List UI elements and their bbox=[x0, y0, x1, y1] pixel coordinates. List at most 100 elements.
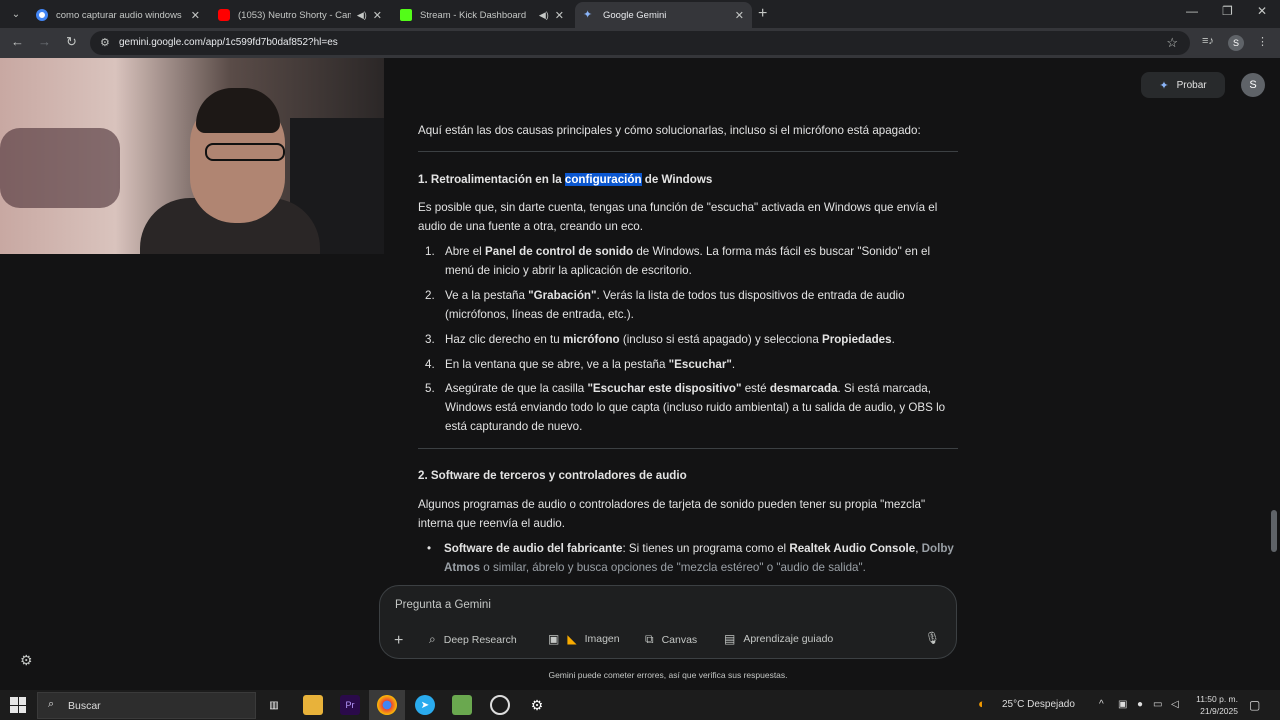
canvas-button[interactable]: ⧉ Canvas bbox=[645, 632, 697, 647]
step-text: Asegúrate de que la casilla bbox=[445, 382, 588, 395]
list-number: 1. bbox=[425, 245, 435, 258]
browser-tab-1[interactable]: como capturar audio windows ✕ bbox=[28, 2, 208, 28]
search-label: Buscar bbox=[68, 700, 101, 712]
browser-tab-3[interactable]: Stream - Kick Dashboard ◀) ✕ bbox=[392, 2, 572, 28]
chrome-icon[interactable] bbox=[377, 695, 397, 715]
address-bar[interactable]: ⚙ gemini.google.com/app/1c599fd7b0daf852… bbox=[90, 31, 1190, 55]
heading-text: 1. Retroalimentación en la bbox=[418, 173, 565, 186]
file-explorer-icon[interactable] bbox=[303, 695, 323, 715]
deep-research-button[interactable]: ⌕ Deep Research bbox=[429, 632, 517, 647]
obs-icon[interactable] bbox=[490, 695, 510, 715]
probar-label: Probar bbox=[1176, 79, 1207, 91]
heading-text: de Windows bbox=[641, 173, 713, 186]
divider bbox=[418, 151, 958, 152]
chrome-profile-avatar[interactable]: S bbox=[1228, 35, 1244, 51]
page-scrollbar[interactable] bbox=[1271, 510, 1277, 552]
windows-start-icon[interactable] bbox=[10, 697, 26, 713]
gemini-page: ✦ Probar S Aquí están las dos causas pri… bbox=[0, 58, 1280, 690]
forward-icon[interactable]: → bbox=[38, 34, 51, 49]
banana-icon: ◣ bbox=[567, 632, 577, 646]
weather-text[interactable]: 25°C Despejado bbox=[1002, 699, 1075, 710]
add-attachment-icon[interactable]: + bbox=[394, 632, 403, 650]
tab-search-icon[interactable]: ⌄ bbox=[6, 4, 26, 24]
reload-icon[interactable]: ↻ bbox=[66, 34, 77, 50]
tool-label: Aprendizaje guiado bbox=[743, 633, 834, 645]
microphone-icon[interactable]: 🎙 bbox=[925, 631, 940, 645]
network-icon[interactable]: ▭ bbox=[1153, 699, 1162, 710]
site-info-icon[interactable]: ⚙ bbox=[100, 36, 110, 49]
tool-label: Canvas bbox=[661, 633, 698, 646]
step-text: Abre el bbox=[445, 245, 485, 258]
step-text: esté bbox=[741, 382, 770, 395]
app-icon[interactable] bbox=[452, 695, 472, 715]
close-tab-icon[interactable]: ✕ bbox=[191, 9, 200, 22]
close-tab-icon[interactable]: ✕ bbox=[555, 9, 564, 22]
close-window-icon[interactable]: ✕ bbox=[1257, 4, 1267, 18]
tab-title: Google Gemini bbox=[603, 9, 667, 21]
telegram-icon[interactable]: ➤ bbox=[415, 695, 435, 715]
section2-intro: Algunos programas de audio o controlador… bbox=[418, 498, 926, 530]
step-text: Haz clic derecho en tu bbox=[445, 333, 563, 346]
system-clock[interactable]: 11:50 p. m. 21/9/2025 bbox=[1192, 693, 1238, 717]
restore-icon[interactable]: ❐ bbox=[1222, 4, 1233, 18]
taskbar-search[interactable]: ⌕ Buscar bbox=[37, 692, 256, 719]
bullet-text: : Si tienes un programa como el bbox=[622, 542, 790, 555]
tab-title: como capturar audio windows bbox=[56, 9, 182, 21]
step-bold: micrófono bbox=[562, 333, 620, 346]
webcam-background bbox=[0, 128, 120, 208]
clock-time: 11:50 p. m. bbox=[1196, 694, 1238, 704]
menu-kebab-icon[interactable]: ⋮ bbox=[1257, 35, 1268, 48]
response-intro: Aquí están las dos causas principales y … bbox=[418, 124, 921, 137]
kick-favicon-icon bbox=[400, 9, 412, 21]
canvas-icon: ⧉ bbox=[645, 632, 654, 646]
step-text: Ve a la pestaña bbox=[445, 289, 529, 302]
tab-title: Stream - Kick Dashboard bbox=[420, 9, 527, 21]
section2-heading: 2. Software de terceros y controladores … bbox=[418, 469, 687, 482]
new-tab-icon[interactable]: + bbox=[758, 5, 767, 23]
step-text: . bbox=[731, 358, 736, 371]
audio-playing-icon[interactable]: ◀) bbox=[357, 10, 367, 21]
task-view-icon[interactable]: ▥ bbox=[264, 695, 284, 715]
step-text: En la ventana que se abre, ve a la pesta… bbox=[445, 358, 669, 371]
step-text: . bbox=[891, 333, 895, 346]
tray-app-icon[interactable]: ▣ bbox=[1118, 699, 1127, 710]
settings-gear-icon[interactable]: ⚙ bbox=[20, 652, 33, 669]
guided-learning-button[interactable]: ▤ Aprendizaje guiado bbox=[724, 632, 833, 646]
media-control-icon[interactable]: ≡♪ bbox=[1202, 35, 1214, 47]
notifications-icon[interactable]: ▢ bbox=[1249, 698, 1260, 712]
probar-button[interactable]: ✦ Probar bbox=[1141, 72, 1225, 98]
close-tab-icon[interactable]: ✕ bbox=[373, 9, 382, 22]
clock-date: 21/9/2025 bbox=[1200, 706, 1238, 716]
imagen-button[interactable]: ▣ ◣ Imagen bbox=[548, 632, 620, 646]
tray-mic-icon[interactable]: ● bbox=[1137, 699, 1143, 710]
settings-icon[interactable]: ⚙ bbox=[527, 695, 547, 715]
divider bbox=[418, 448, 958, 449]
bookmark-star-icon[interactable]: ☆ bbox=[1166, 35, 1178, 51]
step-bold: "Escuchar" bbox=[668, 358, 732, 371]
weather-icon: ◐ bbox=[978, 696, 986, 711]
list-number: 5. bbox=[425, 382, 435, 395]
prompt-box[interactable]: Pregunta a Gemini + ⌕ Deep Research ▣ ◣ … bbox=[379, 585, 957, 659]
deep-research-icon: ⌕ bbox=[429, 632, 436, 646]
search-icon: ⌕ bbox=[48, 698, 55, 710]
step-bold: desmarcada bbox=[769, 382, 838, 395]
windows-taskbar: ⌕ Buscar ▥ Pr ➤ ⚙ ◐ 25°C Despejado ^ ▣ ●… bbox=[0, 690, 1280, 720]
audio-playing-icon[interactable]: ◀) bbox=[539, 10, 549, 21]
close-tab-icon[interactable]: ✕ bbox=[735, 9, 744, 22]
browser-tab-active[interactable]: ✦ Google Gemini ✕ bbox=[575, 2, 752, 28]
browser-tab-2[interactable]: (1053) Neutro Shorty - Cam ◀) ✕ bbox=[210, 2, 390, 28]
tray-chevron-icon[interactable]: ^ bbox=[1099, 699, 1104, 710]
prompt-input[interactable]: Pregunta a Gemini bbox=[395, 599, 491, 611]
highlighted-selection: configuración bbox=[564, 173, 642, 186]
minimize-icon[interactable]: — bbox=[1186, 4, 1198, 18]
gemini-favicon-icon: ✦ bbox=[583, 9, 593, 21]
book-icon: ▤ bbox=[724, 632, 736, 646]
section1-heading: 1. Retroalimentación en la configuración… bbox=[418, 170, 712, 189]
back-icon[interactable]: ← bbox=[11, 34, 24, 49]
step-text: (incluso si está apagado) y selecciona bbox=[619, 333, 822, 346]
browser-toolbar: ← → ↻ ⚙ gemini.google.com/app/1c599fd7b0… bbox=[0, 28, 1280, 58]
premiere-pro-icon[interactable]: Pr bbox=[340, 695, 360, 715]
volume-icon[interactable]: ◁ bbox=[1171, 699, 1179, 710]
sparkle-icon: ✦ bbox=[1159, 79, 1169, 92]
account-avatar[interactable]: S bbox=[1241, 73, 1265, 97]
